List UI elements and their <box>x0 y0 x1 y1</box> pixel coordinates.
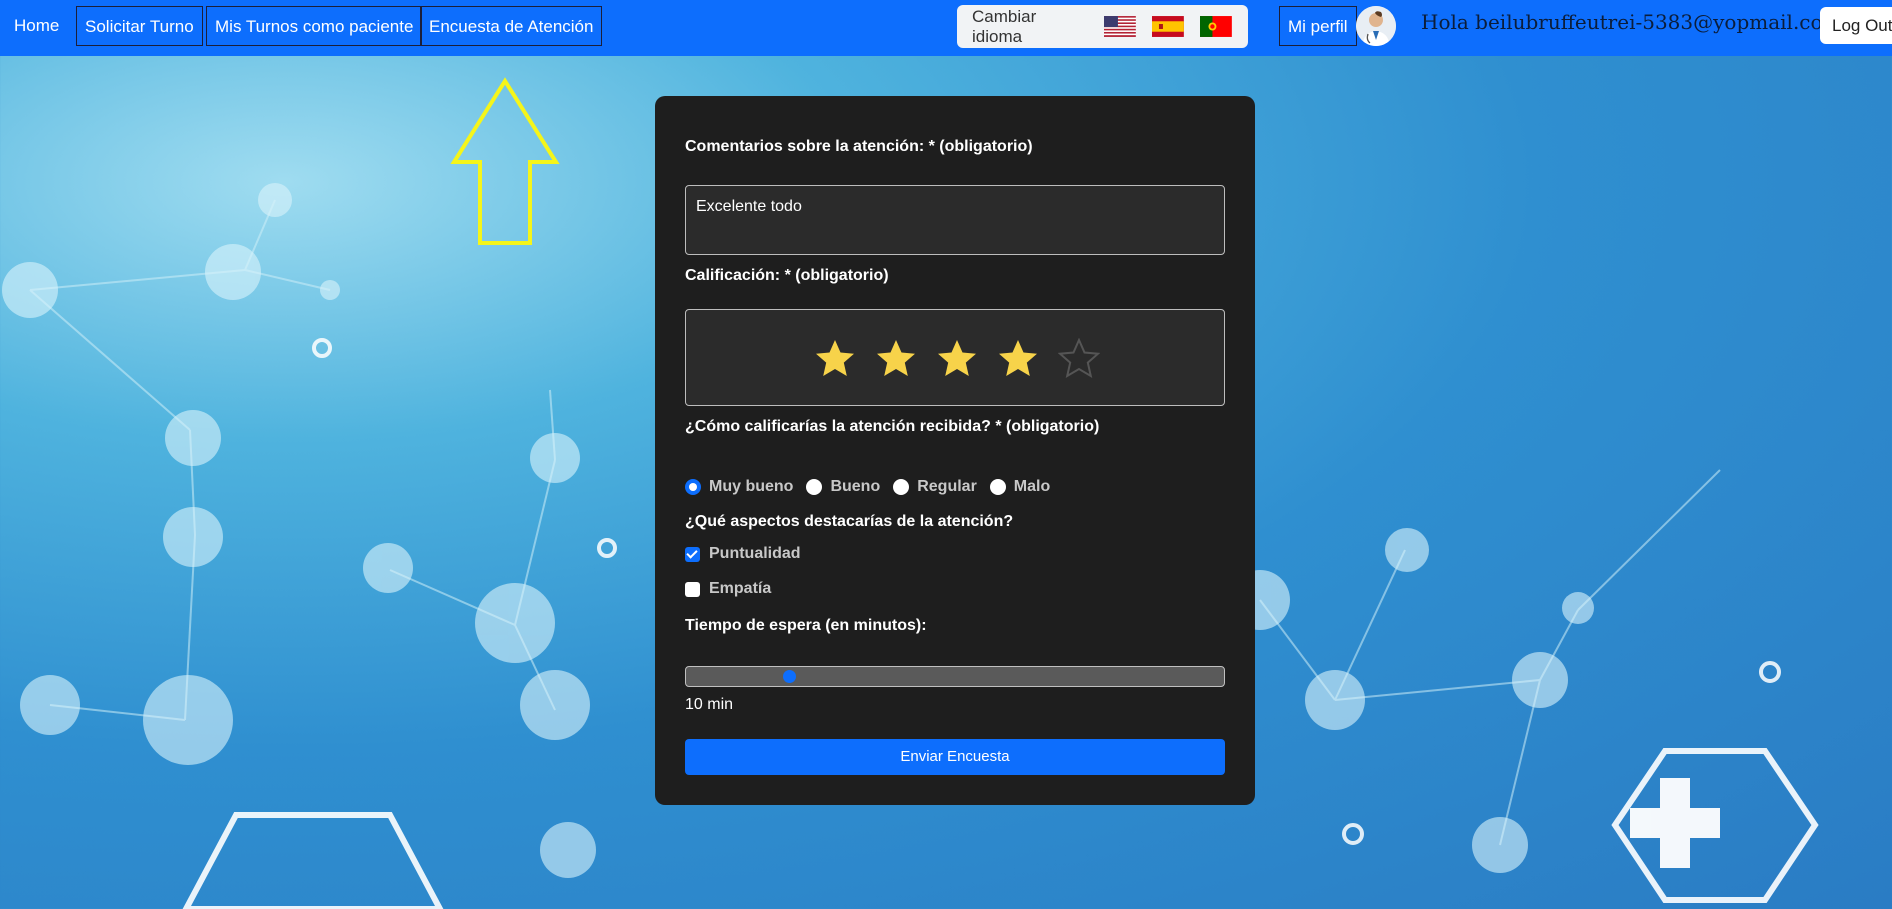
avatar[interactable] <box>1356 6 1396 46</box>
aspect-puntualidad-checkbox[interactable]: Puntualidad <box>685 545 801 563</box>
checkbox-box[interactable] <box>685 546 700 562</box>
star-rating <box>685 309 1225 406</box>
aspect-empatia-checkbox[interactable]: Empatía <box>685 580 771 598</box>
wait-time-label: Tiempo de espera (en minutos): <box>685 617 927 634</box>
star-filled-icon[interactable] <box>814 338 856 380</box>
language-switcher: Cambiar idioma <box>957 5 1248 48</box>
nav-mi-perfil-link[interactable]: Mi perfil <box>1279 6 1357 46</box>
radio-label: Regular <box>917 478 977 495</box>
star-filled-icon[interactable] <box>936 338 978 380</box>
star-filled-icon[interactable] <box>875 338 917 380</box>
attention-option-radio[interactable]: Muy bueno <box>685 478 793 496</box>
radio-label: Bueno <box>830 478 881 495</box>
doctor-avatar-icon <box>1356 6 1396 46</box>
radio-label: Muy bueno <box>709 478 794 495</box>
aspects-label: ¿Qué aspectos destacarías de la atención… <box>685 513 1014 530</box>
submit-survey-button[interactable]: Enviar Encuesta <box>685 739 1225 775</box>
annotation-arrow-icon <box>450 77 560 245</box>
star-empty-icon[interactable] <box>1058 338 1100 380</box>
rating-label: Calificación: * (obligatorio) <box>685 267 889 284</box>
radio-dot[interactable] <box>893 479 910 495</box>
comments-label: Comentarios sobre la atención: * (obliga… <box>685 138 1033 155</box>
survey-card: Comentarios sobre la atención: * (obliga… <box>655 96 1255 805</box>
greeting-text: Hola beilubruffeutrei-5383@yopmail.com! <box>1421 10 1850 34</box>
nav-home-link[interactable]: Home <box>6 6 67 46</box>
attention-option-radio[interactable]: Malo <box>989 478 1051 496</box>
nav-mis-turnos-link[interactable]: Mis Turnos como paciente <box>206 6 423 46</box>
attention-label: ¿Cómo calificarías la atención recibida?… <box>685 418 1100 435</box>
radio-dot[interactable] <box>806 479 823 495</box>
slider-thumb[interactable] <box>783 670 796 683</box>
pt-flag-icon[interactable] <box>1200 16 1232 37</box>
checkbox-box[interactable] <box>685 581 700 597</box>
radio-label: Malo <box>1013 478 1051 495</box>
us-flag-icon[interactable] <box>1104 16 1137 37</box>
attention-option-radio[interactable]: Bueno <box>806 478 880 496</box>
nav-solicitar-turno-link[interactable]: Solicitar Turno <box>76 6 203 46</box>
attention-option-radio[interactable]: Regular <box>893 478 977 496</box>
comments-textarea[interactable]: Excelente todo <box>685 185 1225 255</box>
aspect-label: Empatía <box>709 580 772 597</box>
top-navbar: Home Solicitar Turno Mis Turnos como pac… <box>0 0 1892 56</box>
logout-button[interactable]: Log Out <box>1820 7 1892 44</box>
attention-radio-group: Muy bueno Bueno Regular Malo <box>685 475 1063 499</box>
nav-encuesta-link[interactable]: Encuesta de Atención <box>420 6 603 46</box>
radio-dot[interactable] <box>989 479 1006 495</box>
star-filled-icon[interactable] <box>997 338 1039 380</box>
es-flag-icon[interactable] <box>1152 16 1185 37</box>
radio-dot[interactable] <box>685 479 701 495</box>
wait-time-slider[interactable] <box>685 666 1225 687</box>
language-label: Cambiar idioma <box>972 6 1037 46</box>
aspect-label: Puntualidad <box>709 545 801 562</box>
wait-time-value: 10 min <box>685 696 734 713</box>
